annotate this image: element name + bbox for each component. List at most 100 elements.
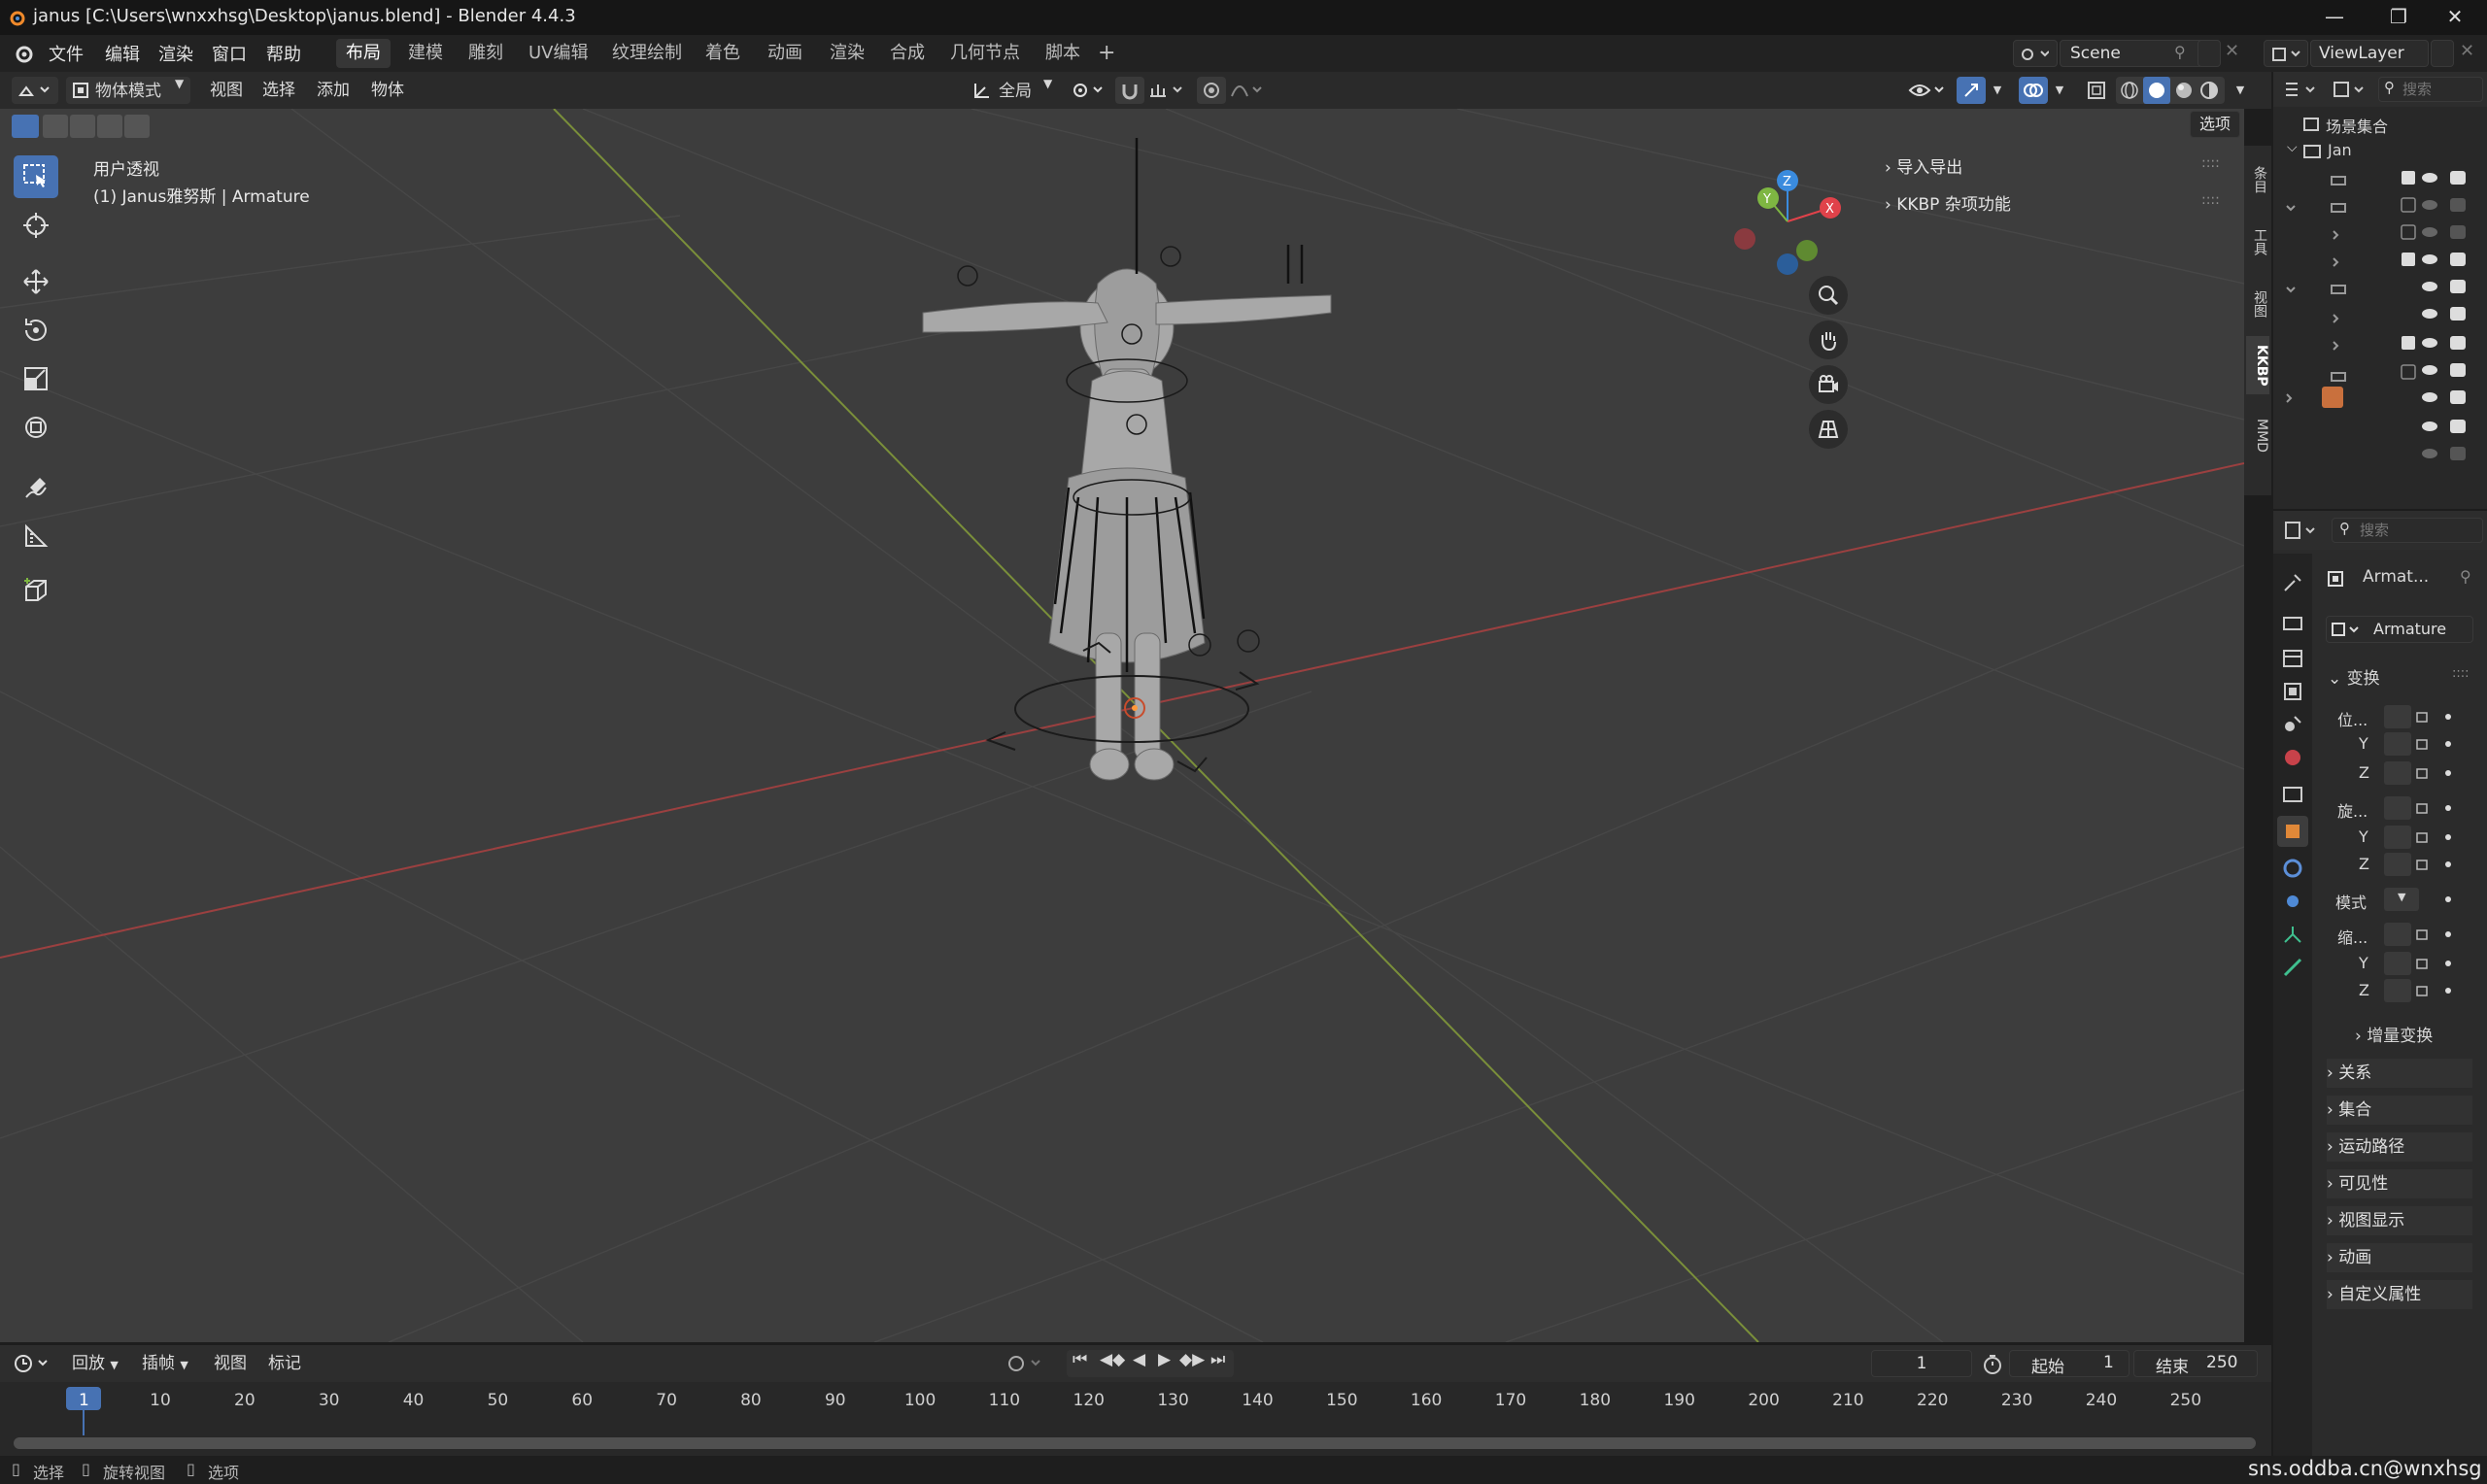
prev-keyframe-icon[interactable]: ◀◆ <box>1100 1350 1125 1369</box>
menu-render[interactable]: 渲染 <box>158 41 193 66</box>
tool-settings-tab-icon[interactable] <box>2281 571 2304 594</box>
blender-menu-icon[interactable] <box>12 44 35 63</box>
transform-tool[interactable] <box>14 406 58 449</box>
sidebar-tab-tool[interactable]: 工具 <box>2246 218 2269 266</box>
viewport-display-panel-header[interactable]: › 视图显示 <box>2327 1206 2472 1235</box>
drag-handle-icon[interactable]: :::: <box>2452 666 2470 681</box>
perspective-toggle-button[interactable] <box>1809 410 1848 449</box>
next-keyframe-icon[interactable]: ◆▶ <box>1179 1350 1205 1369</box>
close-button[interactable]: ✕ <box>2423 0 2487 35</box>
shading-dropdown[interactable]: ▼ <box>2231 77 2250 104</box>
menu-help[interactable]: 帮助 <box>266 41 301 66</box>
select-intersect-icon[interactable] <box>124 115 150 138</box>
cursor-tool[interactable] <box>14 204 58 247</box>
delete-scene-icon[interactable]: ✕ <box>2225 41 2239 61</box>
outliner-row-scene-collection[interactable]: 场景集合 <box>2273 111 2487 138</box>
output-tab-icon[interactable] <box>2281 647 2304 670</box>
gizmo-toggle[interactable] <box>1957 77 1986 104</box>
jump-start-icon[interactable]: ⏮ <box>1073 1350 1087 1369</box>
new-scene-icon[interactable] <box>2197 40 2221 67</box>
3d-viewport[interactable]: 选项 用户透视 (1) Janus雅努斯 | Armature › 导入导出 ›… <box>0 109 2244 1342</box>
select-extend-icon[interactable] <box>43 115 68 138</box>
motion-paths-panel-header[interactable]: › 运动路径 <box>2327 1132 2472 1162</box>
xray-toggle[interactable] <box>2083 77 2110 104</box>
workspace-tab-compositing[interactable]: 合成 <box>880 39 935 68</box>
proportional-falloff-dropdown[interactable] <box>1228 77 1267 104</box>
object-tab[interactable] <box>2277 816 2308 847</box>
location-z-field[interactable] <box>2384 761 2411 785</box>
overlay-toggle[interactable] <box>2019 77 2048 104</box>
workspace-tab-animation[interactable]: 动画 <box>758 39 812 68</box>
menu-view[interactable]: 视图 <box>210 77 243 104</box>
rotate-tool[interactable] <box>14 309 58 352</box>
pin-icon[interactable]: ⚲ <box>2174 43 2194 62</box>
collections-panel-header[interactable]: › 集合 <box>2327 1096 2472 1125</box>
menu-add[interactable]: 添加 <box>317 77 350 104</box>
sidebar-tab-view[interactable]: 视图 <box>2246 280 2269 328</box>
solid-shading-button[interactable] <box>2143 77 2170 104</box>
scene-browse-button[interactable] <box>2013 40 2058 67</box>
menu-file[interactable]: 文件 <box>49 41 84 66</box>
view-layer-name-field[interactable]: ViewLayer <box>2310 40 2429 67</box>
physics-tab-icon[interactable] <box>2281 890 2304 913</box>
current-frame-field[interactable]: 1 <box>1871 1350 1972 1377</box>
select-new-icon[interactable] <box>12 115 39 138</box>
menu-select[interactable]: 选择 <box>262 77 295 104</box>
move-tool[interactable] <box>14 260 58 303</box>
marker-menu[interactable]: 标记 <box>268 1350 301 1377</box>
proportional-edit-toggle[interactable] <box>1197 77 1226 104</box>
drag-handle-icon[interactable]: :::: <box>2201 192 2220 208</box>
scale-z-field[interactable] <box>2384 979 2411 1002</box>
measure-tool[interactable] <box>14 515 58 557</box>
workspace-tab-texture-paint[interactable]: 纹理绘制 <box>602 39 692 68</box>
workspace-tab-sculpting[interactable]: 雕刻 <box>459 39 513 68</box>
add-workspace-button[interactable]: + <box>1088 39 1125 68</box>
scale-tool[interactable] <box>14 357 58 400</box>
object-data-field[interactable]: Armature <box>2326 616 2473 643</box>
delete-view-layer-icon[interactable]: ✕ <box>2460 41 2474 61</box>
wireframe-shading-icon[interactable] <box>2120 81 2141 100</box>
transform-orientation-dropdown[interactable]: 全局 ▼ <box>970 77 1059 104</box>
navigation-gizmo[interactable]: Z X Y <box>1729 163 1846 280</box>
workspace-tab-layout[interactable]: 布局 <box>336 39 391 68</box>
workspace-tab-scripting[interactable]: 脚本 <box>1036 39 1090 68</box>
annotate-tool[interactable] <box>14 466 58 509</box>
playback-menu[interactable]: 回放 ▼ <box>72 1350 119 1377</box>
scale-x-field[interactable] <box>2384 923 2411 946</box>
outliner-editor-type-button[interactable] <box>2283 78 2322 101</box>
editor-type-button[interactable] <box>12 77 58 104</box>
animation-panel-header[interactable]: › 动画 <box>2327 1243 2472 1272</box>
workspace-tab-modeling[interactable]: 建模 <box>398 39 453 68</box>
start-frame-field[interactable]: 起始 1 <box>2009 1350 2129 1377</box>
select-box-tool[interactable] <box>14 155 58 198</box>
rotation-z-field[interactable] <box>2384 853 2411 876</box>
sidebar-tab-mmd[interactable]: MMD <box>2246 406 2269 464</box>
workspace-tab-rendering[interactable]: 渲染 <box>820 39 874 68</box>
world-tab-icon[interactable] <box>2281 746 2304 769</box>
workspace-tab-uv[interactable]: UV编辑 <box>519 39 598 68</box>
workspace-tab-geometry-nodes[interactable]: 几何节点 <box>940 39 1030 68</box>
menu-object[interactable]: 物体 <box>371 77 404 104</box>
location-y-field[interactable] <box>2384 732 2411 756</box>
pin-icon[interactable]: ⚲ <box>2460 567 2471 586</box>
timeline-editor-type-button[interactable] <box>12 1350 54 1377</box>
snap-toggle[interactable] <box>1115 77 1144 104</box>
view-layer-browse-button[interactable] <box>2264 40 2308 67</box>
properties-editor-type-button[interactable] <box>2283 519 2322 542</box>
stopwatch-icon[interactable] <box>1982 1354 2003 1375</box>
select-subtract-icon[interactable] <box>70 115 95 138</box>
visibility-dropdown[interactable] <box>1906 77 1949 104</box>
rotation-y-field[interactable] <box>2384 826 2411 849</box>
interaction-mode-dropdown[interactable]: 物体模式 ▼ <box>66 77 190 104</box>
overlay-dropdown[interactable]: ▼ <box>2050 77 2069 104</box>
pan-button[interactable] <box>1809 320 1848 359</box>
workspace-tab-shading[interactable]: 着色 <box>696 39 750 68</box>
location-x-field[interactable] <box>2384 705 2411 728</box>
play-icon[interactable]: ▶ <box>1158 1350 1171 1369</box>
gizmo-dropdown[interactable]: ▼ <box>1988 77 2007 104</box>
auto-keying-toggle[interactable] <box>1005 1350 1049 1377</box>
sidebar-tab-item[interactable]: 条目 <box>2246 155 2269 204</box>
custom-properties-panel-header[interactable]: › 自定义属性 <box>2327 1280 2472 1309</box>
minimize-button[interactable]: — <box>2302 0 2367 35</box>
new-view-layer-icon[interactable] <box>2431 40 2454 67</box>
